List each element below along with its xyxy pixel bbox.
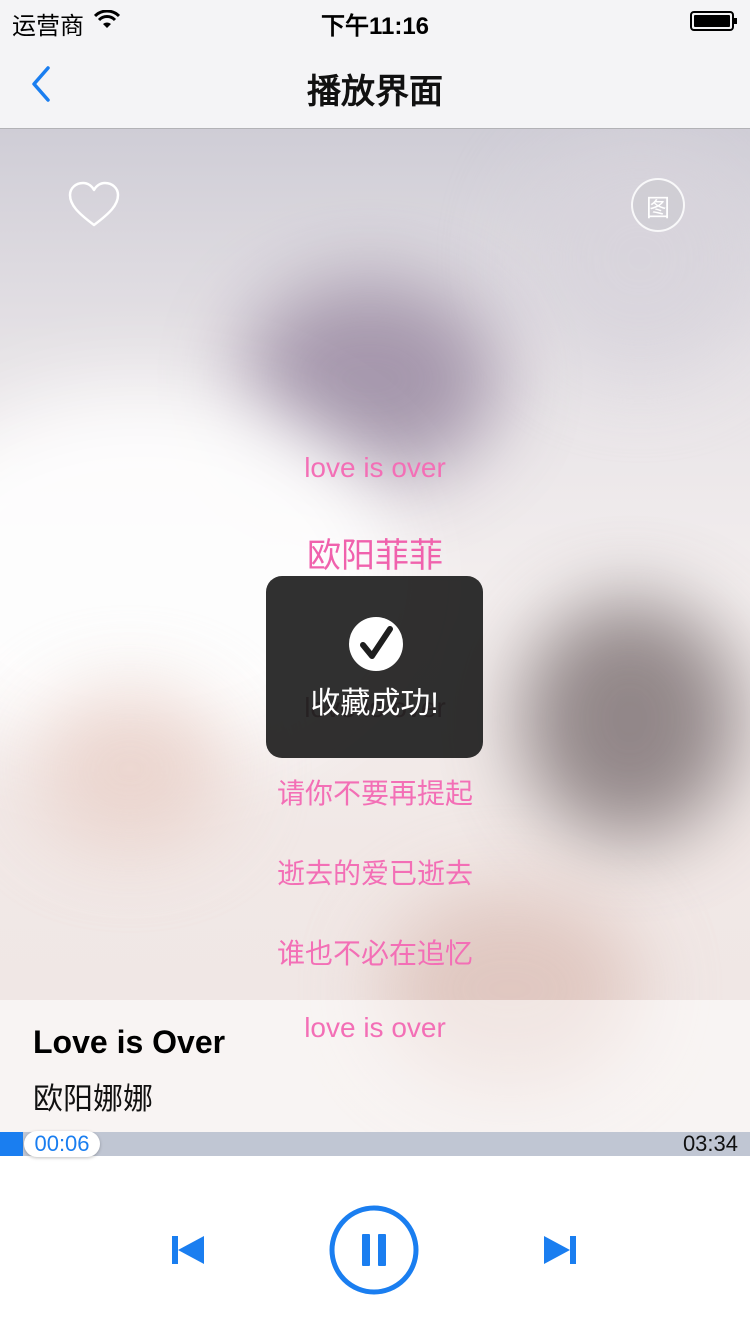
previous-button[interactable] bbox=[170, 1234, 206, 1266]
lyric-line: love is over bbox=[304, 1012, 446, 1043]
play-pause-button[interactable] bbox=[328, 1204, 420, 1296]
song-artist: 欧阳娜娜 bbox=[33, 1083, 153, 1116]
checkmark-icon bbox=[349, 617, 403, 671]
status-time: 下午11:16 bbox=[320, 13, 430, 40]
page-title: 播放界面 bbox=[307, 73, 443, 111]
image-button[interactable]: 图 bbox=[631, 178, 685, 232]
success-toast: 收藏成功! bbox=[266, 576, 483, 758]
playback-controls bbox=[0, 1156, 750, 1334]
lyric-line: 逝去的爱已逝去 bbox=[276, 858, 473, 889]
pause-icon bbox=[329, 1205, 419, 1295]
progress-fill bbox=[0, 1132, 23, 1156]
lyric-line: 请你不要再提起 bbox=[276, 778, 473, 809]
image-icon: 图 bbox=[646, 194, 670, 222]
skip-previous-icon bbox=[172, 1236, 204, 1264]
progress-thumb[interactable]: 00:06 bbox=[24, 1131, 100, 1157]
lyric-line-current: 欧阳菲菲 bbox=[307, 537, 443, 575]
skip-next-icon bbox=[544, 1236, 576, 1264]
duration-label: 03:34 bbox=[682, 1131, 738, 1156]
lyric-line: love is over bbox=[304, 452, 446, 483]
battery-icon bbox=[690, 11, 737, 31]
favorite-button[interactable] bbox=[66, 180, 122, 230]
toast-message: 收藏成功! bbox=[310, 687, 439, 720]
navigation-bar: 播放界面 bbox=[0, 40, 750, 129]
progress-slider[interactable]: 00:06 03:34 bbox=[0, 1131, 750, 1157]
status-bar: 运营商 下午11:16 bbox=[0, 0, 750, 40]
next-button[interactable] bbox=[542, 1234, 578, 1266]
lyric-line: 谁也不必在追忆 bbox=[276, 938, 473, 969]
heart-outline-icon bbox=[68, 181, 120, 227]
